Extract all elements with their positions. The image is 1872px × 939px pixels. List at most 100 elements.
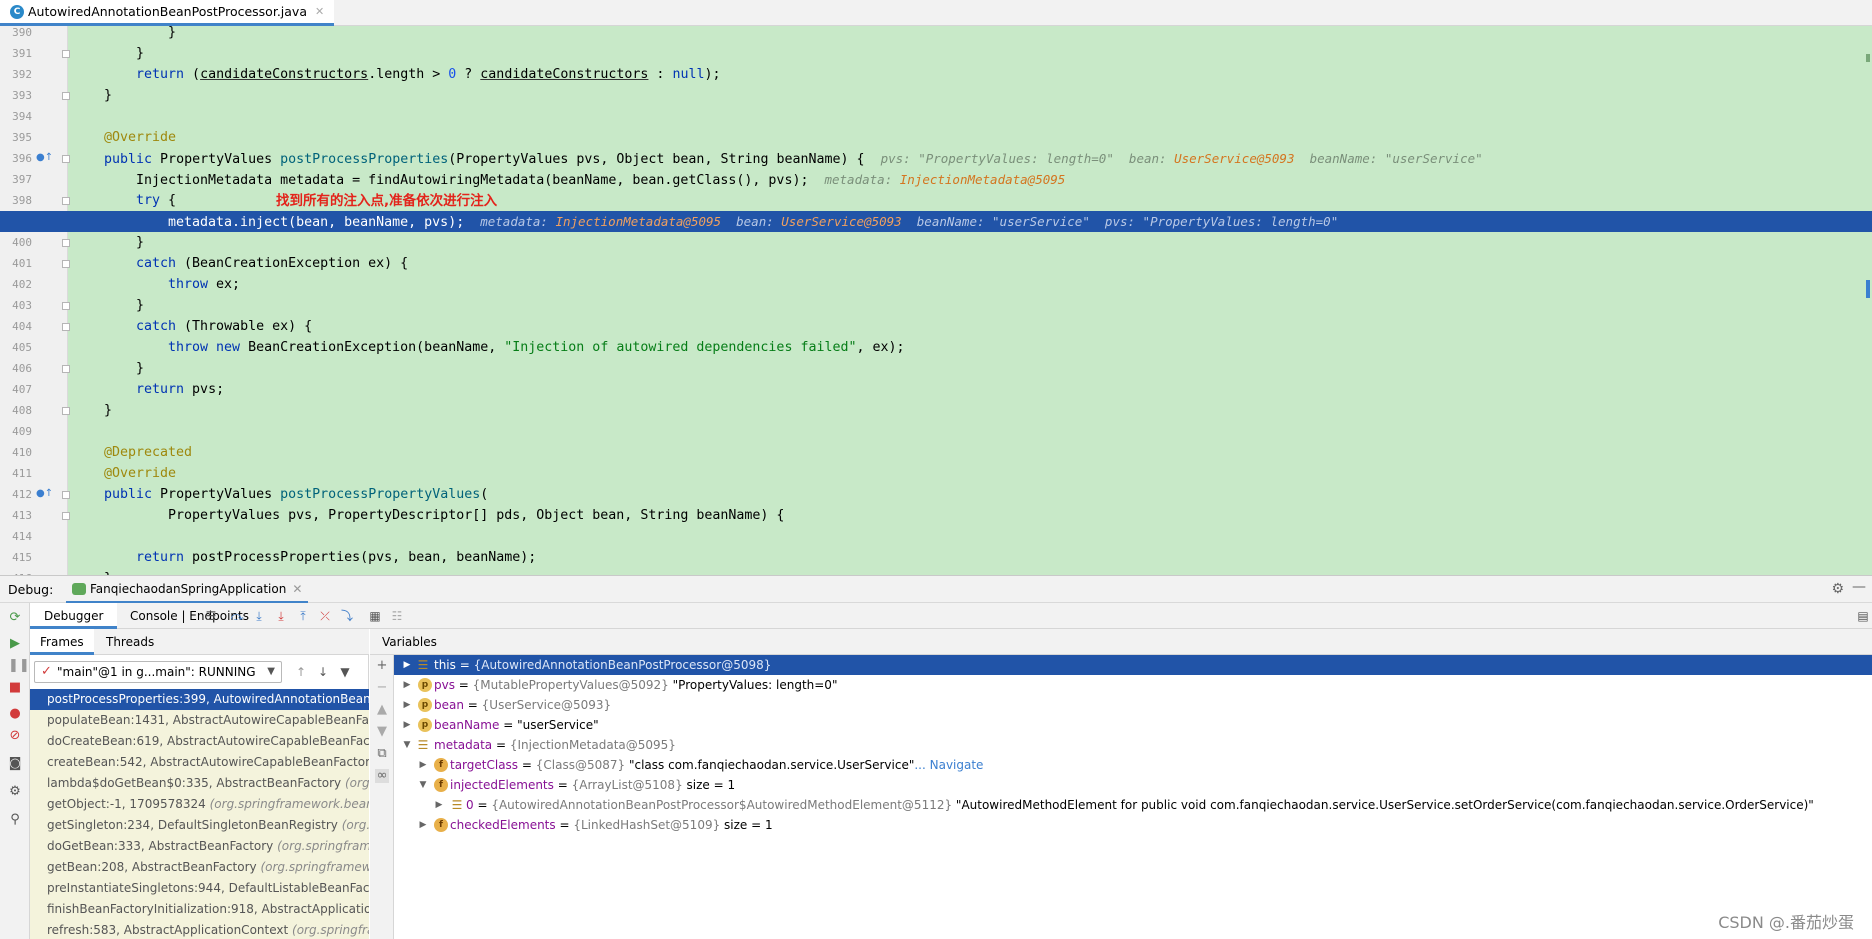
collapsed-arrow-icon[interactable]: ▶	[402, 675, 412, 695]
drop-frame-icon[interactable]: ⤫	[318, 609, 332, 623]
stack-frame-method: lambda$doGetBean$0:335, AbstractBeanFact…	[47, 776, 342, 790]
line-number[interactable]: 394	[0, 106, 32, 127]
field-icon: f	[434, 778, 448, 792]
collapsed-arrow-icon[interactable]: ▶	[434, 795, 444, 815]
expanded-arrow-icon[interactable]: ▼	[418, 775, 428, 795]
debugger-tabs: Debugger Console | Endpoints ☰ ⤼ ⤓ ⤓ ⤒ ⤫…	[30, 603, 1872, 629]
glasses-icon[interactable]: ∞	[375, 769, 389, 783]
editor-tab[interactable]: C AutowiredAnnotationBeanPostProcessor.j…	[0, 0, 335, 26]
line-number[interactable]: 409	[0, 421, 32, 442]
stack-frame[interactable]: populateBean:1431, AbstractAutowireCapab…	[30, 710, 369, 731]
code-text: InjectionMetadata metadata = findAutowir…	[136, 173, 809, 188]
debug-left-toolbar: ⟳ ▶ ❚❚ ■ ● ⊘ ◙ ⚙ ⚲	[0, 603, 30, 939]
stack-frame[interactable]: postProcessProperties:399, AutowiredAnno…	[30, 689, 369, 710]
stop-icon[interactable]: ■	[8, 681, 22, 695]
trace-icon[interactable]: ☷	[390, 609, 404, 623]
variables-header: Variables	[370, 629, 1872, 655]
arrow-down-icon[interactable]: ↓	[316, 665, 330, 679]
variable-row[interactable]: ▼ ☰ metadata = {InjectionMetadata@5095}	[394, 735, 1872, 755]
editor-tab-bar: C AutowiredAnnotationBeanPostProcessor.j…	[0, 0, 1872, 26]
pin-icon[interactable]: ⚲	[8, 813, 22, 827]
stack-frame[interactable]: preInstantiateSingletons:944, DefaultLis…	[30, 878, 369, 899]
code-text: ?	[456, 67, 481, 82]
stack-frame[interactable]: getSingleton:234, DefaultSingletonBeanRe…	[30, 815, 369, 836]
thread-selector[interactable]: ✓ "main"@1 in g...main": RUNNING ▼	[34, 661, 282, 683]
code-text: postProcessProperties(pvs, bean, beanNam…	[184, 550, 537, 565]
stack-frame[interactable]: createBean:542, AbstractAutowireCapableB…	[30, 752, 369, 773]
variable-row[interactable]: ▶ ☰ 0 = {AutowiredAnnotationBeanPostProces…	[394, 795, 1872, 815]
variable-row[interactable]: ▶ f checkedElements = {LinkedHashSet@5109}…	[394, 815, 1872, 835]
collapsed-arrow-icon[interactable]: ▶	[402, 655, 412, 675]
layout-icon[interactable]: ▤	[1856, 609, 1870, 623]
run-config-tab[interactable]: FanqiechaodanSpringApplication ✕	[66, 576, 309, 604]
step-into-icon[interactable]: ⤓	[252, 609, 266, 623]
code-line: }	[0, 400, 1872, 421]
pause-icon[interactable]: ❚❚	[8, 659, 30, 673]
minimize-icon[interactable]: —	[1852, 579, 1866, 595]
arrow-up-icon[interactable]: ↑	[294, 665, 308, 679]
variable-row[interactable]: ▶ f targetClass = {Class@5087} "class com.…	[394, 755, 1872, 775]
step-out-icon[interactable]: ⤒	[296, 609, 310, 623]
navigate-link[interactable]: ... Navigate	[914, 758, 983, 772]
add-watch-icon[interactable]: +	[375, 659, 389, 673]
line-number[interactable]: 414	[0, 526, 32, 547]
variable-row[interactable]: ▼ f injectedElements = {ArrayList@5108} si…	[394, 775, 1872, 795]
stack-frame[interactable]: lambda$doGetBean$0:335, AbstractBeanFact…	[30, 773, 369, 794]
variable-row[interactable]: ▶ p pvs = {MutablePropertyValues@5092} "Pr…	[394, 675, 1872, 695]
watermark: CSDN @.番茄炒蛋	[1718, 913, 1854, 932]
stack-frame[interactable]: doGetBean:333, AbstractBeanFactory (org.…	[30, 836, 369, 857]
move-down-icon[interactable]: ▼	[375, 725, 389, 739]
variable-row[interactable]: ▶ ☰ this = {AutowiredAnnotationBeanPostPro…	[394, 655, 1872, 675]
variable-row[interactable]: ▶ p beanName = "userService"	[394, 715, 1872, 735]
variable-row[interactable]: ▶ p bean = {UserService@5093}	[394, 695, 1872, 715]
camera-icon[interactable]: ◙	[8, 757, 22, 771]
tab-debugger[interactable]: Debugger	[30, 603, 118, 629]
mute-breakpoints-icon[interactable]: ⊘	[8, 729, 22, 743]
run-to-cursor-icon[interactable]: ⤵	[340, 609, 354, 623]
code-editor[interactable]: 390391392393394395396●↑39739839940040140…	[0, 26, 1872, 575]
copy-icon[interactable]: ⧉	[375, 747, 389, 761]
remove-watch-icon[interactable]: −	[375, 681, 389, 695]
stack-frame[interactable]: doCreateBean:619, AbstractAutowireCapabl…	[30, 731, 369, 752]
code-line: }	[0, 43, 1872, 64]
collapsed-arrow-icon[interactable]: ▶	[402, 695, 412, 715]
close-config-icon[interactable]: ✕	[292, 582, 302, 596]
resume-icon[interactable]: ▶	[8, 637, 22, 651]
expanded-arrow-icon[interactable]: ▼	[402, 735, 412, 755]
variable-equals: =	[553, 778, 572, 792]
stack-frame[interactable]: refresh:583, AbstractApplicationContext …	[30, 920, 369, 939]
collapsed-arrow-icon[interactable]: ▶	[418, 815, 428, 835]
code-line-text: InjectionMetadata metadata = findAutowir…	[136, 169, 1065, 191]
rerun-icon[interactable]: ⟳	[8, 611, 22, 625]
view-breakpoints-icon[interactable]: ●	[8, 707, 22, 721]
gear-icon[interactable]: ⚙	[1831, 581, 1844, 597]
stack-frame[interactable]: getObject:-1, 1709578324 (org.springfram…	[30, 794, 369, 815]
tab-threads[interactable]: Threads	[96, 629, 164, 655]
keyword: throw	[168, 277, 209, 292]
settings-icon[interactable]: ⚙	[8, 785, 22, 799]
code-line: return (candidateConstructors.length > 0…	[0, 64, 1872, 85]
variable-name: 0	[466, 798, 474, 812]
menu-icon[interactable]: ☰	[204, 609, 218, 623]
code-line-text: throw ex;	[168, 274, 240, 295]
evaluate-expression-icon[interactable]: ▦	[368, 609, 382, 623]
debug-label: Debug:	[8, 582, 54, 597]
variable-value: "class com.fanqiechaodan.service.UserSer…	[625, 758, 915, 772]
parameter-icon: p	[418, 678, 432, 692]
code-line: PropertyValues pvs, PropertyDescriptor[]…	[0, 505, 1872, 526]
stack-frame-package: (org.springframework.beans.	[209, 797, 369, 811]
force-step-into-icon[interactable]: ⤓	[274, 609, 288, 623]
collapsed-arrow-icon[interactable]: ▶	[402, 715, 412, 735]
stack-frame-method: populateBean:1431, AbstractAutowireCapab…	[47, 713, 369, 727]
scroll-marker	[1866, 280, 1870, 298]
filter-icon[interactable]: ▼	[338, 665, 352, 679]
stack-frame[interactable]: finishBeanFactoryInitialization:918, Abs…	[30, 899, 369, 920]
variable-type: {AutowiredAnnotationBeanPostProcessor@50…	[473, 658, 772, 672]
code-text: , ex);	[856, 340, 905, 355]
close-tab-icon[interactable]: ✕	[315, 5, 324, 18]
collapsed-arrow-icon[interactable]: ▶	[418, 755, 428, 775]
move-up-icon[interactable]: ▲	[375, 703, 389, 717]
step-over-icon[interactable]: ⤼	[230, 609, 244, 623]
tab-frames[interactable]: Frames	[30, 629, 94, 655]
stack-frame[interactable]: getBean:208, AbstractBeanFactory (org.sp…	[30, 857, 369, 878]
